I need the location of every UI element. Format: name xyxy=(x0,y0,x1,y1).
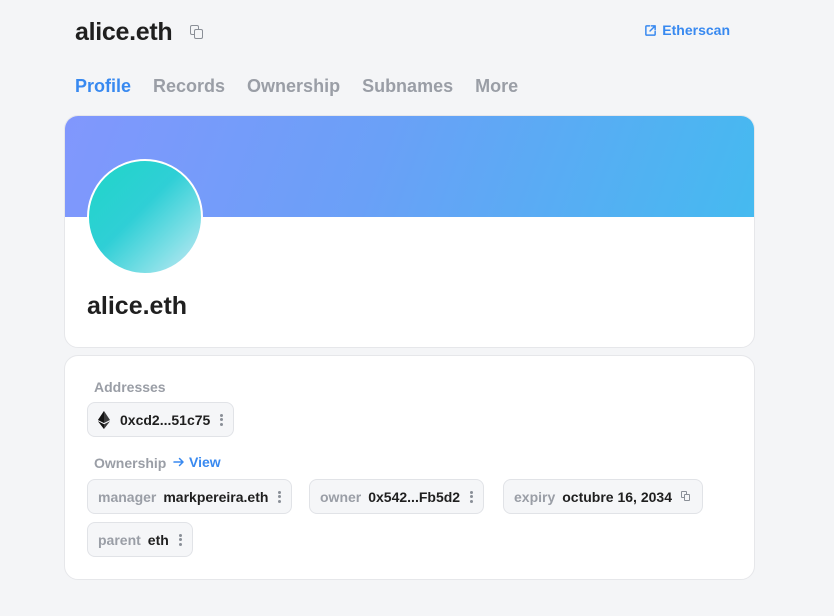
more-options-icon[interactable] xyxy=(277,490,282,503)
ownership-owner-pill[interactable]: owner 0x542...Fb5d2 xyxy=(309,479,485,514)
arrow-right-icon xyxy=(173,457,184,467)
address-eth-pill[interactable]: 0xcd2...51c75 xyxy=(87,402,235,437)
more-options-icon[interactable] xyxy=(469,490,474,503)
address-value: 0xcd2...51c75 xyxy=(120,411,211,428)
more-options-icon[interactable] xyxy=(219,413,224,426)
manager-key: manager xyxy=(98,488,157,505)
ethereum-icon xyxy=(98,410,110,429)
profile-name: alice.eth xyxy=(87,292,188,320)
owner-value: 0x542...Fb5d2 xyxy=(368,488,461,505)
ownership-expiry-pill[interactable]: expiry octubre 16, 2034 xyxy=(503,479,703,514)
expiry-value: octubre 16, 2034 xyxy=(562,488,672,505)
tab-records[interactable]: Records xyxy=(153,76,225,97)
expiry-key: expiry xyxy=(514,488,556,505)
addresses-label: Addresses xyxy=(94,379,166,395)
profile-card: alice.eth xyxy=(64,115,755,348)
copy-icon[interactable] xyxy=(188,23,206,41)
ownership-label: Ownership xyxy=(94,455,167,471)
view-label: View xyxy=(189,454,221,470)
more-options-icon[interactable] xyxy=(178,533,182,546)
avatar xyxy=(87,159,203,275)
copy-icon[interactable] xyxy=(680,491,692,502)
tab-profile[interactable]: Profile xyxy=(75,76,131,97)
tab-ownership[interactable]: Ownership xyxy=(247,76,340,97)
header: alice.eth Etherscan xyxy=(75,14,735,50)
details-card: Addresses 0xcd2...51c75 Ownership View m… xyxy=(64,355,755,580)
parent-key: parent xyxy=(98,531,141,548)
page-title: alice.eth xyxy=(75,17,173,46)
ownership-view-link[interactable]: View xyxy=(173,454,221,470)
page: alice.eth Etherscan Profile Records Owne… xyxy=(0,0,834,616)
manager-value: markpereira.eth xyxy=(163,488,269,505)
external-link-icon xyxy=(645,24,657,36)
etherscan-label: Etherscan xyxy=(662,22,730,38)
ownership-manager-pill[interactable]: manager markpereira.eth xyxy=(87,479,293,514)
parent-value: eth xyxy=(147,531,169,548)
etherscan-link[interactable]: Etherscan xyxy=(644,22,730,38)
tab-bar: Profile Records Ownership Subnames More xyxy=(75,76,518,97)
owner-key: owner xyxy=(320,488,362,505)
ownership-parent-pill[interactable]: parent eth xyxy=(87,522,193,557)
tab-more[interactable]: More xyxy=(475,76,518,97)
tab-subnames[interactable]: Subnames xyxy=(362,76,453,97)
